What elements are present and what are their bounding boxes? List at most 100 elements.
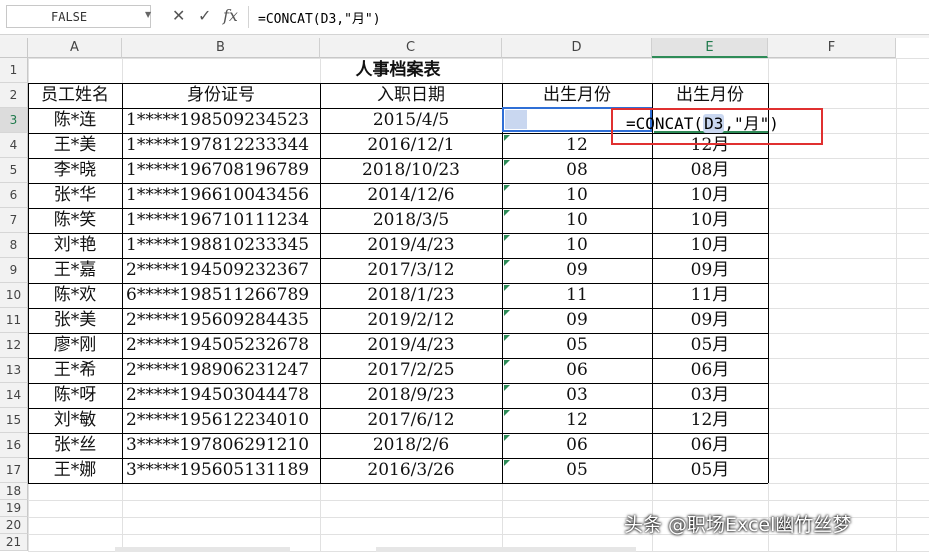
chevron-down-icon[interactable]: ▼	[145, 10, 151, 19]
cell-id-number[interactable]: 2*****194505232678	[122, 333, 320, 358]
column-header-d[interactable]: D	[502, 38, 652, 58]
cell-hire-date[interactable]: 2017/2/25	[320, 358, 502, 383]
cell-id-number[interactable]: 1*****198810233345	[122, 233, 320, 258]
cell-birth-month-text[interactable]: 05月	[652, 458, 768, 483]
cell-hire-date[interactable]: 2016/3/26	[320, 458, 502, 483]
cell-id-number[interactable]: 2*****198906231247	[122, 358, 320, 383]
cell-birth-month-text[interactable]: 06月	[652, 433, 768, 458]
cell-id-number[interactable]: 3*****197806291210	[122, 433, 320, 458]
row-header-14[interactable]: 14	[0, 383, 28, 408]
cell-hire-date[interactable]: 2018/3/5	[320, 208, 502, 233]
cell-hire-date[interactable]: 2016/12/1	[320, 133, 502, 158]
cell-name[interactable]: 刘*艳	[28, 233, 122, 258]
cell-birth-month-text[interactable]: 10月	[652, 208, 768, 233]
cell-name[interactable]: 陈*笑	[28, 208, 122, 233]
column-header-e[interactable]: E	[652, 38, 768, 58]
row-header-15[interactable]: 15	[0, 408, 28, 433]
cell-birth-month[interactable]: 06	[502, 433, 652, 458]
sheet-title[interactable]: 人事档案表	[28, 58, 768, 83]
row-header-8[interactable]: 8	[0, 233, 28, 258]
formula-input[interactable]: =CONCAT(D3,"月")	[258, 8, 381, 27]
column-header-c[interactable]: C	[320, 38, 502, 58]
cell-name[interactable]: 刘*敏	[28, 408, 122, 433]
column-header-b[interactable]: B	[122, 38, 320, 58]
cell-name[interactable]: 张*华	[28, 183, 122, 208]
horizontal-scrollbar[interactable]	[115, 547, 290, 552]
cell-birth-month[interactable]: 10	[502, 233, 652, 258]
row-header-19[interactable]: 19	[0, 500, 28, 517]
cell-hire-date[interactable]: 2018/1/23	[320, 283, 502, 308]
cell-birth-month[interactable]: 05	[502, 458, 652, 483]
column-title-1[interactable]: 员工姓名	[28, 83, 122, 108]
cell-birth-month-text[interactable]: 10月	[652, 183, 768, 208]
cell-birth-month-text[interactable]: 09月	[652, 258, 768, 283]
confirm-icon[interactable]: ✓	[198, 6, 211, 25]
cell-name[interactable]: 廖*刚	[28, 333, 122, 358]
row-header-1[interactable]: 1	[0, 58, 28, 83]
cell-birth-month[interactable]: 12	[502, 408, 652, 433]
row-header-3[interactable]: 3	[0, 108, 28, 133]
cell-birth-month[interactable]: 03	[502, 383, 652, 408]
column-title-2[interactable]: 身份证号	[122, 83, 320, 108]
cell-birth-month-text[interactable]: 10月	[652, 233, 768, 258]
cell-birth-month-text[interactable]: 06月	[652, 358, 768, 383]
cell-birth-month[interactable]: 08	[502, 158, 652, 183]
row-header-20[interactable]: 20	[0, 517, 28, 534]
cell-name[interactable]: 张*美	[28, 308, 122, 333]
cell-name[interactable]: 陈*呀	[28, 383, 122, 408]
cell-hire-date[interactable]: 2017/6/12	[320, 408, 502, 433]
row-header-21[interactable]: 21	[0, 534, 28, 551]
row-header-5[interactable]: 5	[0, 158, 28, 183]
cell-birth-month[interactable]: 10	[502, 208, 652, 233]
cell-id-number[interactable]: 1*****196610043456	[122, 183, 320, 208]
in-cell-formula[interactable]: =CONCAT(D3,"月")	[626, 110, 779, 134]
cell-birth-month[interactable]: 06	[502, 358, 652, 383]
cell-name[interactable]: 王*嘉	[28, 258, 122, 283]
cell-id-number[interactable]: 1*****196708196789	[122, 158, 320, 183]
cell-hire-date[interactable]: 2019/2/12	[320, 308, 502, 333]
cell-birth-month[interactable]: 05	[502, 333, 652, 358]
cell-id-number[interactable]: 2*****195609284435	[122, 308, 320, 333]
row-header-17[interactable]: 17	[0, 458, 28, 483]
cell-hire-date[interactable]: 2018/10/23	[320, 158, 502, 183]
cell-name[interactable]: 王*美	[28, 133, 122, 158]
name-box[interactable]: FALSE ▼	[6, 5, 151, 28]
column-title-5[interactable]: 出生月份	[652, 83, 768, 108]
row-header-7[interactable]: 7	[0, 208, 28, 233]
cell-birth-month-text[interactable]: 05月	[652, 333, 768, 358]
cancel-icon[interactable]: ✕	[172, 6, 185, 25]
cell-name[interactable]: 王*希	[28, 358, 122, 383]
cell-name[interactable]: 李*晓	[28, 158, 122, 183]
cell-birth-month[interactable]: 09	[502, 308, 652, 333]
column-header-a[interactable]: A	[28, 38, 122, 58]
row-header-18[interactable]: 18	[0, 483, 28, 500]
cell-name[interactable]: 张*丝	[28, 433, 122, 458]
cell-name[interactable]: 陈*欢	[28, 283, 122, 308]
cell-hire-date[interactable]: 2015/4/5	[320, 108, 502, 133]
row-header-16[interactable]: 16	[0, 433, 28, 458]
row-header-9[interactable]: 9	[0, 258, 28, 283]
cell-birth-month-text[interactable]: 12月	[652, 408, 768, 433]
cell-hire-date[interactable]: 2017/3/12	[320, 258, 502, 283]
cell-hire-date[interactable]: 2019/4/23	[320, 333, 502, 358]
cell-hire-date[interactable]: 2018/9/23	[320, 383, 502, 408]
cell-birth-month-text[interactable]: 03月	[652, 383, 768, 408]
cell-birth-month-text[interactable]: 08月	[652, 158, 768, 183]
cell-birth-month[interactable]: 10	[502, 183, 652, 208]
cell-name[interactable]: 王*娜	[28, 458, 122, 483]
cell-id-number[interactable]: 2*****194509232367	[122, 258, 320, 283]
column-header-f[interactable]: F	[768, 38, 896, 58]
row-header-13[interactable]: 13	[0, 358, 28, 383]
insert-function-icon[interactable]: fx	[223, 6, 238, 25]
cell-id-number[interactable]: 1*****198509234523	[122, 108, 320, 133]
row-header-4[interactable]: 4	[0, 133, 28, 158]
cell-hire-date[interactable]: 2019/4/23	[320, 233, 502, 258]
cell-id-number[interactable]: 1*****196710111234	[122, 208, 320, 233]
row-header-6[interactable]: 6	[0, 183, 28, 208]
row-header-10[interactable]: 10	[0, 283, 28, 308]
cell-name[interactable]: 陈*连	[28, 108, 122, 133]
cell-birth-month-text[interactable]: 11月	[652, 283, 768, 308]
cell-birth-month-text[interactable]: 09月	[652, 308, 768, 333]
cell-birth-month[interactable]: 09	[502, 258, 652, 283]
row-header-2[interactable]: 2	[0, 83, 28, 108]
